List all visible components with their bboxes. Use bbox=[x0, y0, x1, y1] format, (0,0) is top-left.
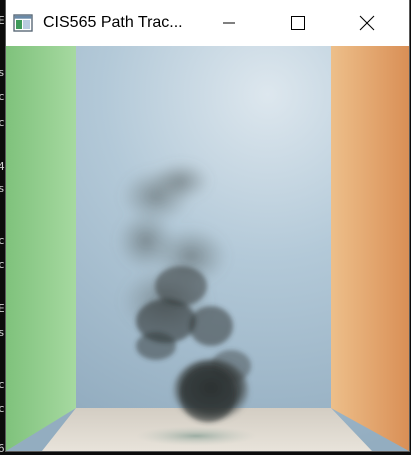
minimize-icon bbox=[223, 22, 235, 24]
maximize-icon bbox=[291, 16, 305, 30]
terminal-char: s bbox=[0, 66, 5, 79]
terminal-char: E bbox=[0, 302, 5, 315]
terminal-char: c bbox=[0, 90, 5, 103]
window-title: CIS565 Path Trac... bbox=[43, 14, 183, 31]
terminal-char: 6 bbox=[0, 442, 5, 455]
path-traced-scene bbox=[6, 46, 409, 451]
close-button[interactable] bbox=[344, 0, 390, 46]
terminal-char: c bbox=[0, 116, 5, 129]
terminal-char: 4 bbox=[0, 160, 5, 173]
left-wall bbox=[6, 46, 76, 451]
minimize-button[interactable] bbox=[206, 0, 252, 46]
close-icon bbox=[359, 15, 375, 31]
window-titlebar[interactable]: CIS565 Path Trac... bbox=[6, 0, 409, 46]
terminal-char: s bbox=[0, 326, 5, 339]
terminal-char: c bbox=[0, 234, 5, 247]
render-viewport[interactable] bbox=[6, 46, 409, 451]
right-wall bbox=[331, 46, 409, 451]
terminal-char: c bbox=[0, 378, 5, 391]
smoke-shadow bbox=[136, 426, 256, 446]
window-app-icon[interactable] bbox=[13, 13, 33, 33]
terminal-char: E bbox=[0, 14, 5, 27]
path-tracer-window: CIS565 Path Trac... bbox=[6, 0, 409, 451]
terminal-char: s bbox=[0, 182, 5, 195]
terminal-char: c bbox=[0, 258, 5, 271]
maximize-button[interactable] bbox=[275, 0, 321, 46]
terminal-char: c bbox=[0, 402, 5, 415]
